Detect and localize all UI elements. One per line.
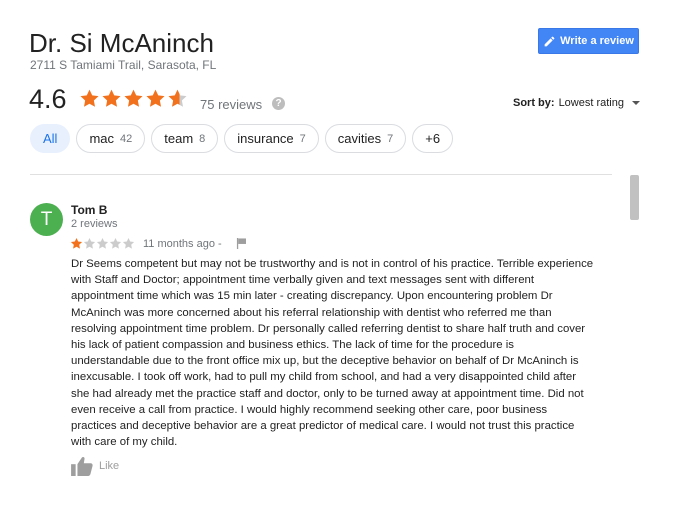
star-icon	[122, 237, 135, 249]
divider	[30, 174, 612, 175]
star-icon	[96, 237, 109, 249]
chip-count: 8	[199, 132, 206, 145]
like-label: Like	[99, 460, 120, 472]
scrollbar-thumb[interactable]	[630, 175, 639, 220]
review-meta: 11 months ago -	[70, 237, 247, 250]
chip-label: +6	[425, 131, 441, 146]
star-icon	[109, 237, 122, 249]
star-icon	[124, 89, 143, 107]
chip-label: mac	[89, 131, 115, 146]
chip-label: insurance	[237, 131, 294, 146]
chip-label: All	[43, 131, 58, 146]
sort-value: Lowest rating	[558, 97, 624, 109]
sort-dropdown[interactable]: Sort by: Lowest rating	[513, 97, 640, 109]
chip-label: cavities	[337, 131, 382, 146]
review-stars	[70, 237, 135, 250]
star-icon	[168, 89, 187, 107]
sort-label: Sort by:	[513, 97, 555, 109]
avatar[interactable]: T	[30, 203, 63, 236]
chip-mac[interactable]: mac 42	[76, 124, 146, 153]
write-review-button[interactable]: Write a review	[538, 28, 639, 54]
star-icon	[83, 237, 96, 249]
review-author-count: 2 reviews	[71, 218, 118, 230]
chip-more[interactable]: +6	[412, 124, 454, 153]
chip-label: team	[164, 131, 194, 146]
chip-insurance[interactable]: insurance 7	[224, 124, 319, 153]
review-text: Dr Seems competent but may not be trustw…	[71, 258, 594, 449]
caret-down-icon	[632, 101, 640, 105]
flag-icon[interactable]	[236, 238, 247, 249]
average-rating: 4.6	[29, 84, 67, 114]
chip-team[interactable]: team 8	[151, 124, 219, 153]
page-title: Dr. Si McAninch	[29, 28, 214, 58]
thumbs-up-icon	[71, 456, 93, 476]
average-rating-stars	[79, 88, 188, 109]
chip-all[interactable]: All	[30, 124, 71, 153]
star-icon	[102, 89, 121, 107]
chip-cavities[interactable]: cavities 7	[324, 124, 407, 153]
star-icon	[70, 237, 83, 249]
chip-count: 7	[299, 132, 306, 145]
chip-count: 7	[387, 132, 394, 145]
star-icon	[80, 89, 99, 107]
help-icon[interactable]: ?	[272, 97, 285, 110]
review-time: 11 months ago -	[143, 237, 222, 250]
like-button[interactable]: Like	[71, 456, 119, 476]
write-review-label: Write a review	[560, 35, 634, 47]
topic-chips: All mac 42 team 8 insurance 7 cavities 7…	[30, 124, 454, 153]
star-icon	[146, 89, 165, 107]
review-author[interactable]: Tom B	[71, 203, 107, 217]
chip-count: 42	[120, 132, 133, 145]
reviews-count[interactable]: 75 reviews	[200, 97, 262, 112]
pencil-icon	[544, 36, 555, 46]
business-address: 2711 S Tamiami Trail, Sarasota, FL	[30, 58, 217, 72]
